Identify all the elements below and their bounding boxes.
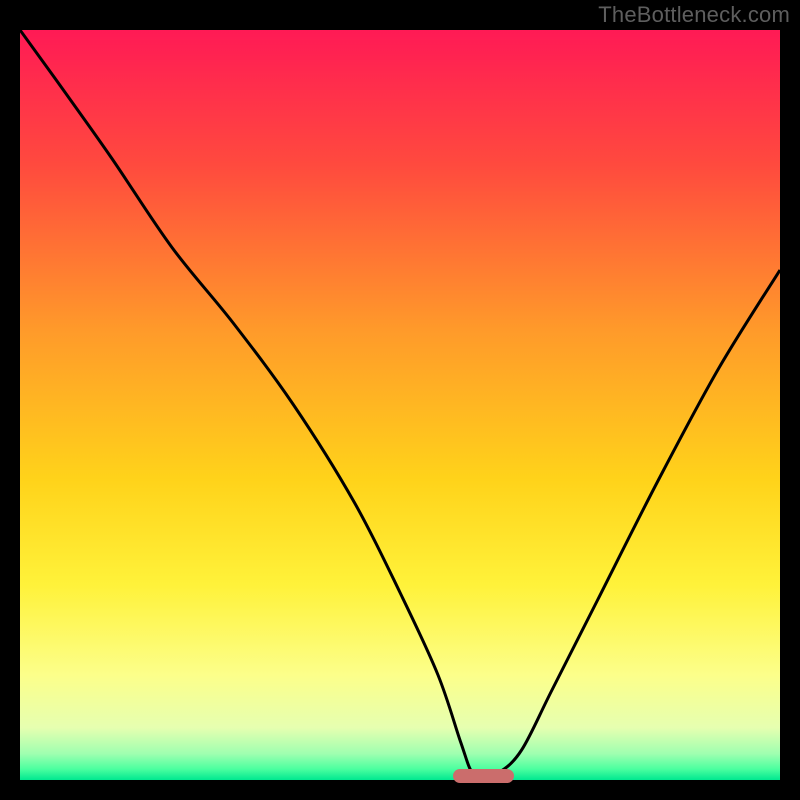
chart-svg [20, 30, 780, 780]
chart-container: TheBottleneck.com [0, 0, 800, 800]
watermark-text: TheBottleneck.com [598, 2, 790, 28]
plot-area [20, 30, 780, 780]
optimal-range-marker [453, 769, 514, 783]
gradient-background [20, 30, 780, 780]
